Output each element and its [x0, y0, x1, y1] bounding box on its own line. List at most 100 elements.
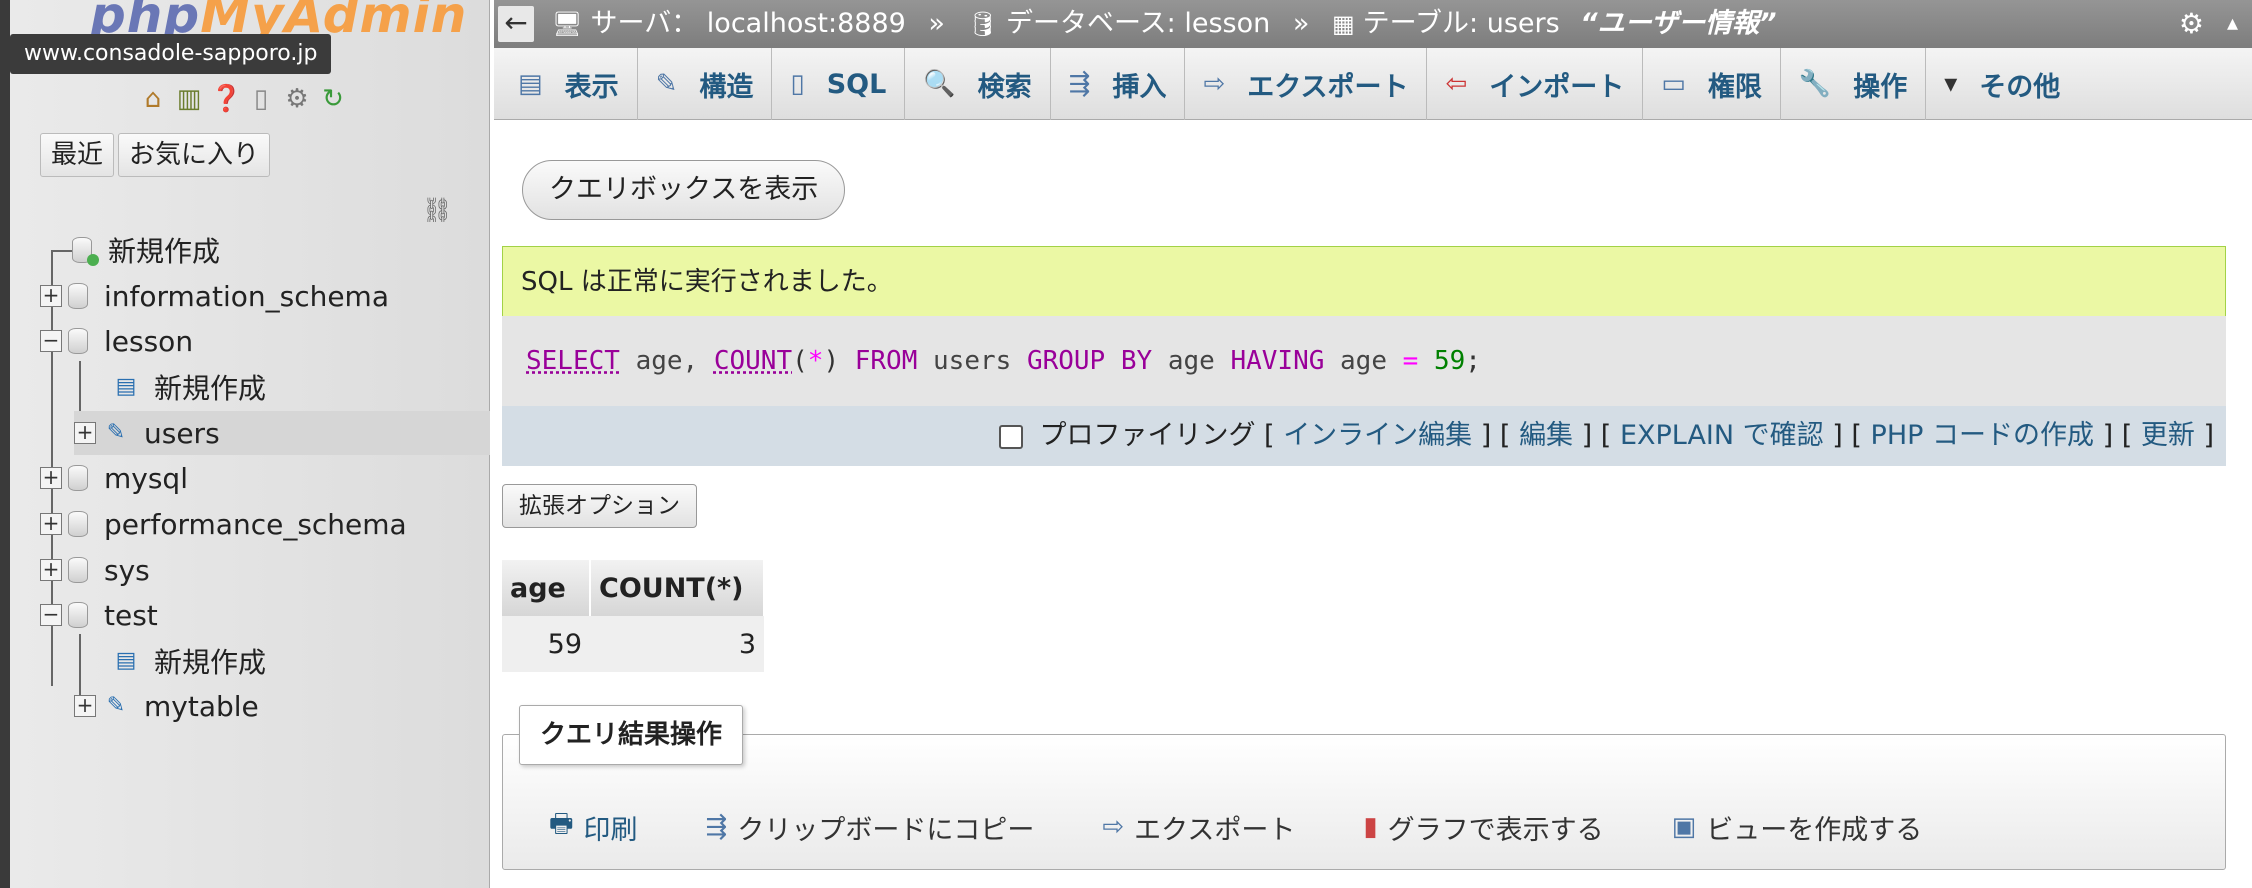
help-icon[interactable]: ❓ — [210, 84, 242, 114]
tree-line — [51, 250, 73, 252]
database-icon — [68, 465, 88, 491]
tree-item-performance-schema[interactable]: + performance_schema — [40, 502, 407, 546]
tree-item-new[interactable]: 新規作成 — [72, 228, 220, 272]
navigation-sidebar: phpMyAdmin www.consadole-sapporo.jp ⌂ ▥ … — [10, 0, 490, 888]
breadcrumb-server[interactable]: サーバ： localhost:8889 — [590, 8, 905, 39]
tree-item-users[interactable]: + ✎ users — [74, 411, 490, 455]
export-icon: ⇨ — [1102, 812, 1125, 842]
database-icon — [68, 557, 88, 583]
database-icon — [68, 283, 88, 309]
insert-icon: ⇶ — [1068, 69, 1091, 99]
result-table: age COUNT(*) 59 3 — [502, 560, 765, 672]
php-code-link[interactable]: PHP コードの作成 — [1871, 420, 2094, 451]
tab-structure[interactable]: ✎ 構造 — [638, 48, 773, 120]
sql-options-bar: プロファイリング [ インライン編集 ] [ 編集 ] [ EXPLAIN で確… — [502, 406, 2226, 466]
home-icon[interactable]: ⌂ — [138, 84, 168, 114]
docs-icon[interactable]: ▯ — [246, 84, 276, 114]
tab-operations[interactable]: 🔧 操作 — [1781, 48, 1927, 120]
tree-item-test-new-table[interactable]: ▤ 新規作成 — [112, 639, 266, 683]
new-table-icon: ▤ — [115, 374, 137, 399]
query-ops-links: 🖶 印刷 ⇶ クリップボードにコピー ⇨ エクスポート ▮ グラフで表示する ▣ ビューを… — [549, 805, 1990, 849]
tab-browse[interactable]: ▤ 表示 — [500, 48, 638, 120]
back-arrow-icon[interactable]: ← — [498, 6, 534, 42]
query-ops-legend: クエリ結果操作 — [519, 705, 744, 765]
expand-plus-icon[interactable]: + — [40, 559, 62, 581]
settings-icon[interactable]: ⚙ — [282, 84, 312, 114]
printer-icon: 🖶 — [549, 809, 574, 839]
inline-edit-link[interactable]: インライン編集 — [1283, 420, 1472, 451]
structure-icon: ✎ — [655, 69, 678, 99]
breadcrumb-text: 🖥 サーバ： localhost:8889 » 🛢 データベース: lesson »… — [552, 8, 1777, 39]
search-icon: 🔍 — [923, 69, 956, 99]
tab-privileges[interactable]: ▭ 権限 — [1643, 48, 1781, 120]
collapse-minus-icon[interactable]: − — [40, 330, 62, 352]
print-link[interactable]: 🖶 印刷 — [549, 805, 638, 849]
window-edge — [0, 0, 10, 888]
create-view-icon: ▣ — [1671, 812, 1697, 842]
tab-more[interactable]: ▾ その他 — [1926, 48, 2078, 120]
browse-icon: ▤ — [518, 69, 543, 99]
table-icon: ▦ — [1331, 10, 1355, 38]
recent-button[interactable]: 最近 — [40, 133, 115, 177]
sql-function-count[interactable]: COUNT — [714, 346, 792, 376]
reload-icon[interactable]: ↻ — [318, 84, 348, 114]
column-header-age[interactable]: age — [502, 560, 591, 616]
table-comment: “ユーザー情報” — [1580, 8, 1777, 39]
show-query-box-button[interactable]: クエリボックスを表示 — [522, 160, 846, 220]
link-tooltip: www.consadole-sapporo.jp — [10, 34, 332, 74]
tab-insert[interactable]: ⇶ 挿入 — [1051, 48, 1186, 120]
refresh-link[interactable]: 更新 — [2141, 420, 2195, 451]
table-cell[interactable]: 59 — [502, 616, 590, 672]
wrench-icon: 🔧 — [1798, 69, 1832, 99]
collapse-minus-icon[interactable]: − — [40, 604, 62, 626]
export-link[interactable]: ⇨ エクスポート — [1102, 805, 1295, 849]
main-panel: ← 🖥 サーバ： localhost:8889 » 🛢 データベース: lesson… — [494, 0, 2252, 888]
tree-item-test[interactable]: − test — [40, 593, 158, 637]
expand-plus-icon[interactable]: + — [74, 695, 96, 717]
query-results-operations: クエリ結果操作 🖶 印刷 ⇶ クリップボードにコピー ⇨ エクスポート ▮ グラフで表示… — [502, 705, 2226, 870]
copy-to-clipboard-link[interactable]: ⇶ クリップボードにコピー — [706, 805, 1035, 849]
table-cell[interactable]: 3 — [590, 616, 764, 672]
link-with-main-panel-icon[interactable]: ⛓ — [422, 196, 452, 224]
breadcrumb-database[interactable]: データベース: lesson — [1006, 8, 1270, 39]
page-settings-gear-icon[interactable]: ⚙ — [2179, 0, 2204, 48]
breadcrumb: ← 🖥 サーバ： localhost:8889 » 🛢 データベース: lesson… — [494, 0, 2252, 48]
tree-item-sys[interactable]: + sys — [40, 548, 150, 592]
tree-item-mytable[interactable]: + ✎ mytable — [74, 684, 259, 728]
favorites-button[interactable]: お気に入り — [118, 133, 271, 177]
new-table-icon: ▤ — [115, 648, 137, 673]
executed-sql: SELECT age, COUNT(*) FROM users GROUP BY… — [502, 316, 2226, 406]
sql-icon: ▯ — [790, 69, 805, 99]
create-view-link[interactable]: ▣ ビューを作成する — [1672, 805, 1923, 849]
breadcrumb-table[interactable]: テーブル: users — [1363, 8, 1560, 39]
new-database-icon — [72, 237, 99, 266]
database-icon — [68, 328, 88, 354]
database-icon: 🛢 — [967, 10, 998, 38]
tab-search[interactable]: 🔍 検索 — [905, 48, 1051, 120]
expand-plus-icon[interactable]: + — [40, 513, 62, 535]
tab-sql[interactable]: ▯ SQL — [772, 48, 906, 120]
profiling-checkbox[interactable] — [999, 424, 1024, 449]
database-icon — [68, 602, 88, 628]
tree-item-lesson[interactable]: − lesson — [40, 319, 193, 363]
database-icon — [68, 511, 88, 537]
tree-item-information-schema[interactable]: + information_schema — [40, 274, 389, 318]
sql-keyword-select[interactable]: SELECT — [526, 346, 620, 376]
expand-plus-icon[interactable]: + — [74, 422, 96, 444]
collapse-arrow-icon[interactable]: ▴ — [2227, 0, 2238, 48]
display-chart-link[interactable]: ▮ グラフで表示する — [1363, 805, 1603, 849]
privileges-icon: ▭ — [1661, 69, 1686, 99]
expand-plus-icon[interactable]: + — [40, 285, 62, 307]
column-header-count[interactable]: COUNT(*) — [590, 560, 765, 616]
tree-item-lesson-new-table[interactable]: ▤ 新規作成 — [112, 365, 266, 409]
server-icon: 🖥 — [552, 10, 583, 38]
tab-import[interactable]: ⇦ インポート — [1427, 48, 1644, 120]
edit-link[interactable]: 編集 — [1519, 420, 1573, 451]
nav-tabs: 最近 お気に入り — [40, 133, 271, 177]
logout-icon[interactable]: ▥ — [174, 84, 204, 114]
extended-options-button[interactable]: 拡張オプション — [502, 484, 697, 528]
expand-plus-icon[interactable]: + — [40, 467, 62, 489]
tree-item-mysql[interactable]: + mysql — [40, 456, 188, 500]
tab-export[interactable]: ⇨ エクスポート — [1185, 48, 1428, 120]
explain-link[interactable]: EXPLAIN で確認 — [1620, 420, 1824, 451]
